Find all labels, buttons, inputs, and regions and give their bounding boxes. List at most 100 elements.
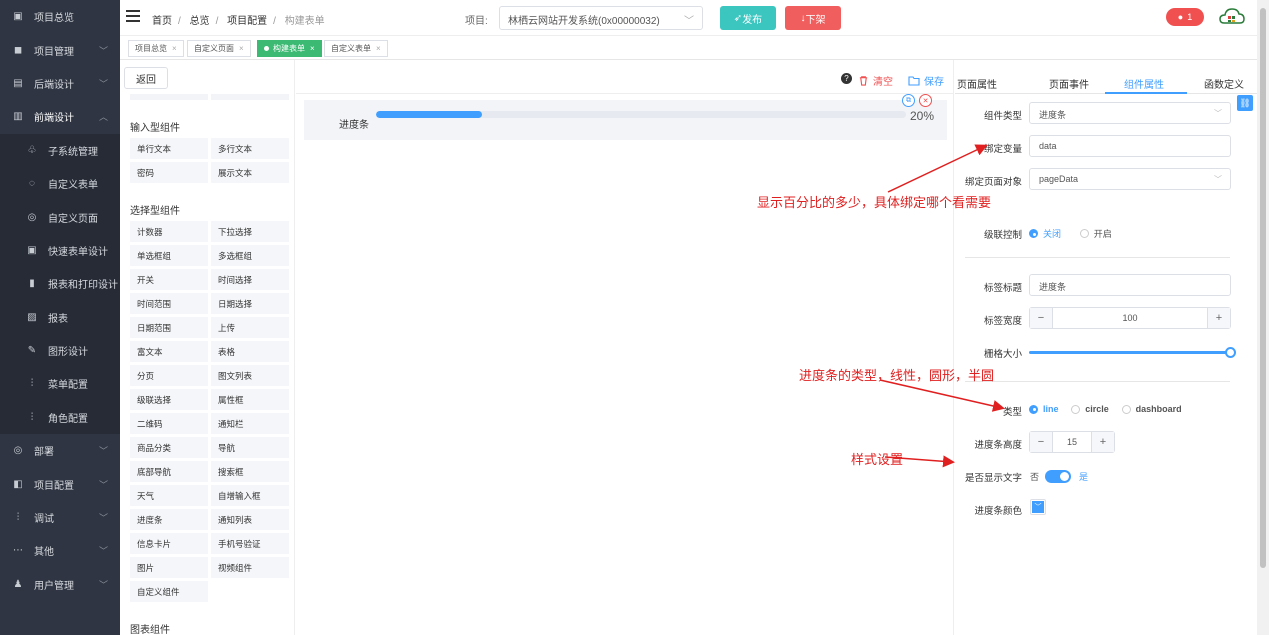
vertical-scrollbar[interactable]: [1257, 0, 1269, 635]
sidebar-item-print-design[interactable]: ▮ 报表和打印设计: [0, 267, 120, 301]
project-select[interactable]: 林栖云网站开发系统(0x00000032) ﹀: [499, 6, 703, 30]
palette-item[interactable]: 图片: [130, 557, 208, 578]
tab-component-props[interactable]: 组件属性: [1124, 76, 1164, 91]
notification-badge[interactable]: ● 1: [1166, 8, 1204, 26]
breadcrumb-project-config[interactable]: 项目配置: [227, 16, 267, 27]
sidebar-item-menu-config[interactable]: ⫶ 菜单配置: [0, 367, 120, 401]
back-button[interactable]: 返回: [124, 67, 168, 89]
show-text-switch[interactable]: [1045, 470, 1071, 483]
tag-overview[interactable]: 项目总览 ×: [128, 40, 184, 57]
cascade-on-radio[interactable]: 开启: [1079, 227, 1112, 240]
breadcrumb-overview[interactable]: 总览: [190, 16, 210, 27]
sidebar-item-subsystem[interactable]: ♧ 子系统管理: [0, 133, 120, 167]
minus-icon[interactable]: −: [1030, 308, 1052, 328]
sidebar-item-quick-form[interactable]: ▣ 快速表单设计: [0, 233, 120, 268]
sidebar-item-debug[interactable]: ⫶ 调试 ﹀: [0, 501, 120, 534]
palette-item[interactable]: 商品分类: [130, 437, 208, 458]
palette-item[interactable]: 通知列表: [211, 509, 289, 530]
avatar[interactable]: [1218, 3, 1246, 31]
palette-item[interactable]: 展示文本: [211, 162, 289, 183]
breadcrumb-home[interactable]: 首页: [152, 16, 172, 27]
close-icon[interactable]: ×: [239, 44, 244, 53]
palette-item[interactable]: 通知栏: [211, 413, 289, 434]
palette-item[interactable]: 日期范围: [130, 317, 208, 338]
palette-item[interactable]: 图文列表: [211, 365, 289, 386]
tag-custom-page[interactable]: 自定义页面 ×: [187, 40, 251, 57]
palette-item[interactable]: 自增输入框: [211, 485, 289, 506]
palette-item[interactable]: 日期选择: [211, 293, 289, 314]
tag-build-form[interactable]: 构建表单 ×: [257, 40, 322, 57]
link-icon[interactable]: ⛓: [1237, 95, 1253, 111]
sidebar-item-backend[interactable]: ▤ 后端设计 ﹀: [0, 67, 120, 100]
grid-size-slider[interactable]: [1029, 351, 1229, 354]
sidebar-item-other[interactable]: ⋯ 其他 ﹀: [0, 534, 120, 567]
plus-icon[interactable]: +: [1208, 308, 1230, 328]
tab-page-events[interactable]: 页面事件: [1049, 76, 1089, 91]
palette-item[interactable]: 表格: [211, 341, 289, 362]
save-button[interactable]: 保存: [908, 73, 944, 88]
palette-item[interactable]: 时间选择: [211, 269, 289, 290]
bind-var-input[interactable]: data: [1029, 135, 1231, 157]
palette-item[interactable]: 进度条: [130, 509, 208, 530]
color-picker[interactable]: ﹀: [1030, 499, 1046, 515]
palette-item[interactable]: 导航: [211, 437, 289, 458]
sidebar-item-custom-page[interactable]: ◎ 自定义页面: [0, 200, 120, 234]
close-icon[interactable]: ×: [172, 44, 177, 53]
tag-title-input[interactable]: 进度条: [1029, 274, 1231, 296]
palette-item[interactable]: 底部导航: [130, 461, 208, 482]
palette-item[interactable]: 手机号验证: [211, 533, 289, 554]
copy-icon[interactable]: ⧉: [902, 94, 915, 107]
offline-button[interactable]: ↓ 下架: [785, 6, 841, 30]
sidebar-item-deploy[interactable]: ◎ 部署 ﹀: [0, 434, 120, 467]
sidebar-item-role-config[interactable]: ⫶ 角色配置: [0, 400, 120, 435]
palette-item[interactable]: 视频组件: [211, 557, 289, 578]
palette-item[interactable]: 时间范围: [130, 293, 208, 314]
sidebar-item-frontend[interactable]: ▥ 前端设计 ︿: [0, 100, 120, 133]
palette-item[interactable]: 天气: [130, 485, 208, 506]
form-item-progress[interactable]: 进度条 20% ⧉ ✕: [304, 94, 947, 140]
publish-button[interactable]: ➶ 发布: [720, 6, 776, 30]
type-circle-radio[interactable]: circle: [1071, 404, 1109, 414]
palette-item[interactable]: 自定义组件: [130, 581, 208, 602]
palette-item[interactable]: 开关: [130, 269, 208, 290]
sidebar-item-user-mgmt[interactable]: ♟ 用户管理 ﹀: [0, 568, 120, 601]
palette-item[interactable]: 信息卡片: [130, 533, 208, 554]
type-dashboard-radio[interactable]: dashboard: [1121, 404, 1182, 414]
tag-width-stepper[interactable]: − 100 +: [1029, 307, 1231, 329]
height-stepper[interactable]: − 15 +: [1029, 431, 1115, 453]
palette-item[interactable]: 属性框: [211, 389, 289, 410]
type-line-radio[interactable]: line: [1029, 404, 1059, 414]
palette-item[interactable]: 二维码: [130, 413, 208, 434]
palette-item[interactable]: 多行文本: [211, 138, 289, 159]
palette-item[interactable]: 单选框组: [130, 245, 208, 266]
bind-page-select[interactable]: pageData ﹀: [1029, 168, 1231, 190]
cascade-off-radio[interactable]: 关闭: [1029, 227, 1061, 240]
close-icon[interactable]: ×: [310, 44, 315, 53]
sidebar-item-project-config[interactable]: ◧ 项目配置 ﹀: [0, 467, 120, 500]
sidebar-item-custom-form[interactable]: ◌ 自定义表单: [0, 166, 120, 201]
palette-item[interactable]: 上传: [211, 317, 289, 338]
slider-handle[interactable]: [1225, 347, 1236, 358]
palette-item[interactable]: 分页: [130, 365, 208, 386]
sidebar-item-graphic[interactable]: ✎ 图形设计: [0, 333, 120, 368]
tag-custom-form[interactable]: 自定义表单 ×: [324, 40, 388, 57]
delete-icon[interactable]: ✕: [919, 94, 932, 107]
close-icon[interactable]: ×: [376, 44, 381, 53]
palette-item[interactable]: 富文本: [130, 341, 208, 362]
palette-item[interactable]: 计数器: [130, 221, 208, 242]
sidebar-item-overview[interactable]: ▣ 项目总览: [0, 0, 120, 33]
palette-item[interactable]: 搜索框: [211, 461, 289, 482]
tab-page-props[interactable]: 页面属性: [957, 76, 997, 91]
minus-icon[interactable]: −: [1030, 432, 1052, 452]
palette-item[interactable]: 多选框组: [211, 245, 289, 266]
tab-function-def[interactable]: 函数定义: [1204, 76, 1244, 91]
clear-button[interactable]: 清空: [858, 73, 893, 88]
palette-item[interactable]: 密码: [130, 162, 208, 183]
palette-item[interactable]: 单行文本: [130, 138, 208, 159]
help-icon[interactable]: ?: [841, 73, 852, 84]
palette-item[interactable]: 级联选择: [130, 389, 208, 410]
plus-icon[interactable]: +: [1092, 432, 1114, 452]
sidebar-item-report[interactable]: ▨ 报表: [0, 300, 120, 334]
palette-item[interactable]: 下拉选择: [211, 221, 289, 242]
component-type-select[interactable]: 进度条 ﹀: [1029, 102, 1231, 124]
